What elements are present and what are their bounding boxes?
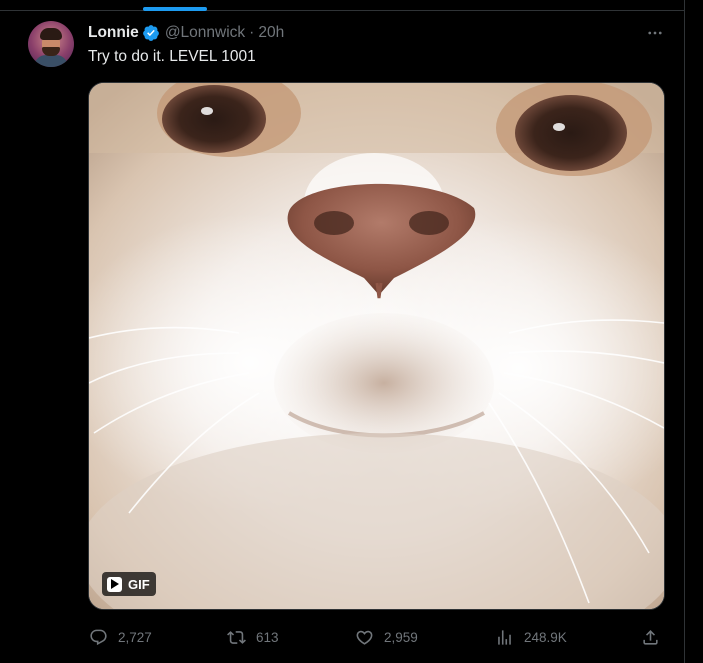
repost-button[interactable]: 613: [226, 623, 279, 651]
views-count: 248.9K: [524, 629, 567, 645]
gif-label: GIF: [128, 576, 150, 592]
repost-icon: [226, 627, 246, 647]
column-divider: [684, 0, 685, 663]
play-icon: [107, 576, 122, 592]
author-name[interactable]: Lonnie: [88, 24, 139, 42]
tweet-header: Lonnie @Lonnwick · 20h: [88, 23, 284, 43]
reply-count: 2,727: [118, 629, 152, 645]
cat-closeup-image: [89, 83, 664, 609]
timestamp[interactable]: 20h: [258, 24, 284, 42]
reply-button[interactable]: 2,727: [88, 623, 152, 651]
avatar-shirt: [34, 55, 68, 67]
like-count: 2,959: [384, 629, 418, 645]
author-handle[interactable]: @Lonnwick: [165, 24, 245, 42]
analytics-icon: [494, 627, 514, 647]
repost-count: 613: [256, 629, 279, 645]
avatar-hair: [40, 28, 62, 40]
heart-icon: [354, 627, 374, 647]
avatar[interactable]: [28, 21, 74, 67]
verified-badge-icon[interactable]: [142, 24, 160, 42]
views-button[interactable]: 248.9K: [494, 623, 567, 651]
more-horizontal-icon[interactable]: [644, 23, 666, 43]
reply-icon: [88, 627, 108, 647]
tweet-actions: 2,727 613 2,959 248.9K: [88, 623, 665, 651]
gif-badge[interactable]: GIF: [102, 572, 156, 596]
like-button[interactable]: 2,959: [354, 623, 418, 651]
tweet-text: Try to do it. LEVEL 1001: [88, 48, 256, 65]
separator-dot: ·: [249, 24, 255, 41]
timeline-frame: Lonnie @Lonnwick · 20h Try to do it. LEV…: [0, 0, 703, 663]
share-icon: [640, 627, 660, 647]
tweet[interactable]: Lonnie @Lonnwick · 20h Try to do it. LEV…: [0, 11, 684, 663]
scrollbar[interactable]: [692, 0, 703, 663]
share-button[interactable]: [640, 623, 670, 651]
gif-media[interactable]: GIF: [88, 82, 665, 610]
